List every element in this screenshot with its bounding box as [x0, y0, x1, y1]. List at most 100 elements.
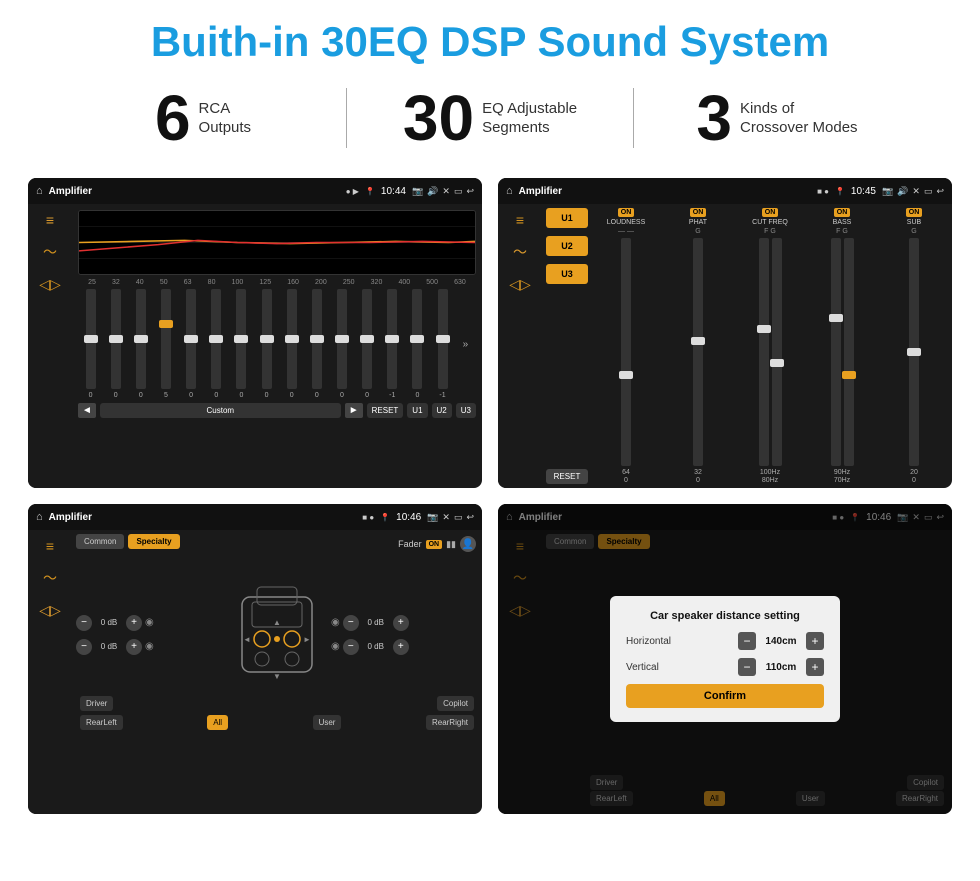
prev-btn[interactable]: ◄ [78, 403, 96, 418]
copilot-btn[interactable]: Copilot [437, 696, 474, 711]
right-bot-minus[interactable]: − [343, 639, 359, 655]
cutfreq-on[interactable]: ON [762, 208, 779, 217]
stat-rca-text: RCAOutputs [199, 99, 252, 138]
loudness-thumb [619, 371, 633, 379]
right-top-plus[interactable]: + [393, 615, 409, 631]
wave-icon-2[interactable]: 〜 [513, 242, 527, 262]
wave-icon-3[interactable]: 〜 [43, 568, 57, 588]
eq-slider-13: 0 [412, 289, 422, 399]
u3-btn[interactable]: U3 [456, 403, 476, 418]
confirm-button[interactable]: Confirm [626, 684, 824, 708]
phat-slider[interactable] [693, 238, 703, 466]
speaker-l-bot: ◉ [145, 641, 154, 652]
bass-on[interactable]: ON [834, 208, 851, 217]
camera-icon-1: 📷 [412, 186, 423, 197]
sub-on[interactable]: ON [906, 208, 923, 217]
fader-row: Fader ON ▮▮ 👤 [398, 536, 476, 552]
left-bot-minus[interactable]: − [76, 639, 92, 655]
eq-icon-2[interactable]: ≡ [516, 212, 524, 228]
eq-slider-2: 0 [136, 289, 146, 399]
sub-g: G [911, 228, 916, 235]
u1-select-btn[interactable]: U1 [546, 208, 588, 228]
left-bot-plus[interactable]: + [126, 639, 142, 655]
left-top-plus[interactable]: + [126, 615, 142, 631]
sub-slider[interactable] [909, 238, 919, 466]
more-icon[interactable]: » [463, 339, 469, 350]
amp-reset-btn[interactable]: RESET [546, 469, 588, 484]
rearleft-btn[interactable]: RearLeft [80, 715, 123, 730]
driver-btn[interactable]: Driver [80, 696, 113, 711]
bass-thumb-f [829, 314, 843, 322]
cutfreq-val-bot: 80Hz [762, 477, 778, 484]
x-icon-1: ✕ [442, 186, 450, 197]
topbar-time-2: 10:45 [851, 186, 876, 197]
horizontal-label: Horizontal [626, 636, 671, 647]
camera-icon-2: 📷 [882, 186, 893, 197]
cutfreq-slider-g[interactable] [772, 238, 782, 466]
u2-btn[interactable]: U2 [432, 403, 452, 418]
speaker-icon-2[interactable]: ◁▷ [509, 276, 531, 293]
stat-rca: 6 RCAOutputs [60, 86, 346, 150]
u3-select-btn[interactable]: U3 [546, 264, 588, 284]
horizontal-minus-btn[interactable]: − [738, 632, 756, 650]
stat-rca-number: 6 [155, 86, 191, 150]
screen-crossover: ⌂ Amplifier ■ ● 📍 10:46 📷 ✕ ▭ ↩ ≡ 〜 ◁▷ C… [28, 504, 482, 814]
right-top-val: 0 dB [362, 618, 390, 627]
vertical-row: Vertical − 110cm + [626, 658, 824, 676]
dot-icons-1: ● ▶ [346, 187, 359, 196]
bass-slider-g[interactable] [844, 238, 854, 466]
eq-icon-3[interactable]: ≡ [46, 538, 54, 554]
right-top-minus[interactable]: − [343, 615, 359, 631]
rect-icon-3: ▭ [454, 512, 463, 523]
x-icon-2: ✕ [912, 186, 920, 197]
fader-on-btn[interactable]: ON [426, 540, 443, 549]
horizontal-plus-btn[interactable]: + [806, 632, 824, 650]
loudness-slider[interactable] [621, 238, 631, 466]
eq-slider-4: 0 [186, 289, 196, 399]
all-btn[interactable]: All [207, 715, 228, 730]
left-vol: − 0 dB + ◉ − 0 dB + ◉ [76, 615, 223, 655]
back-icon-3: ↩ [466, 512, 474, 523]
vol-grid: − 0 dB + ◉ − 0 dB + ◉ [76, 577, 478, 692]
cutfreq-val-top: 100Hz [760, 469, 780, 476]
side-icons-3: ≡ 〜 ◁▷ [28, 530, 72, 814]
loudness-sliders [592, 238, 660, 466]
screen-dialog: ⌂ Amplifier ■ ● 📍 10:46 📷 ✕ ▭ ↩ ≡ 〜 ◁▷ C… [498, 504, 952, 814]
eq-icon-1[interactable]: ≡ [46, 212, 54, 228]
band-sub: ON SUB G [880, 208, 948, 235]
wave-icon-1[interactable]: 〜 [43, 242, 57, 262]
u2-select-btn[interactable]: U2 [546, 236, 588, 256]
left-top-vol: − 0 dB + ◉ [76, 615, 223, 631]
back-icon-1: ↩ [466, 186, 474, 197]
vertical-plus-btn[interactable]: + [806, 658, 824, 676]
horizontal-value: 140cm [761, 636, 801, 647]
bass-slider-f[interactable] [831, 238, 841, 466]
u1-btn[interactable]: U1 [407, 403, 427, 418]
user-btn[interactable]: User [313, 715, 342, 730]
speaker-icon-1[interactable]: ◁▷ [39, 276, 61, 293]
rearright-btn[interactable]: RearRight [426, 715, 474, 730]
bass-val-bot: 70Hz [834, 477, 850, 484]
vertical-control: − 110cm + [738, 658, 824, 676]
home-icon-1: ⌂ [36, 185, 43, 197]
tab-common[interactable]: Common [76, 534, 124, 549]
topbar-time-3: 10:46 [396, 512, 421, 523]
tab-specialty[interactable]: Specialty [128, 534, 179, 549]
right-bot-plus[interactable]: + [393, 639, 409, 655]
left-top-minus[interactable]: − [76, 615, 92, 631]
loudness-on[interactable]: ON [618, 208, 635, 217]
eq-curve-svg [79, 211, 475, 274]
band-headers: ON LOUDNESS —— ON PHAT G ON CUT FREQ [592, 208, 948, 235]
reset-btn[interactable]: RESET [367, 403, 404, 418]
eq-main: 25 32 40 50 63 80 100 125 160 200 250 32… [72, 204, 482, 488]
vertical-minus-btn[interactable]: − [738, 658, 756, 676]
phat-on[interactable]: ON [690, 208, 707, 217]
crossover-main: Common Specialty Fader ON ▮▮ 👤 − [72, 530, 482, 814]
speaker-icon-3[interactable]: ◁▷ [39, 602, 61, 619]
topbar-title-1: Amplifier [49, 186, 340, 197]
eq-sliders: 0 0 0 5 0 [78, 289, 476, 399]
page-title: Buith-in 30EQ DSP Sound System [0, 18, 980, 66]
cutfreq-slider-f[interactable] [759, 238, 769, 466]
left-bot-val: 0 dB [95, 642, 123, 651]
next-btn[interactable]: ► [345, 403, 363, 418]
